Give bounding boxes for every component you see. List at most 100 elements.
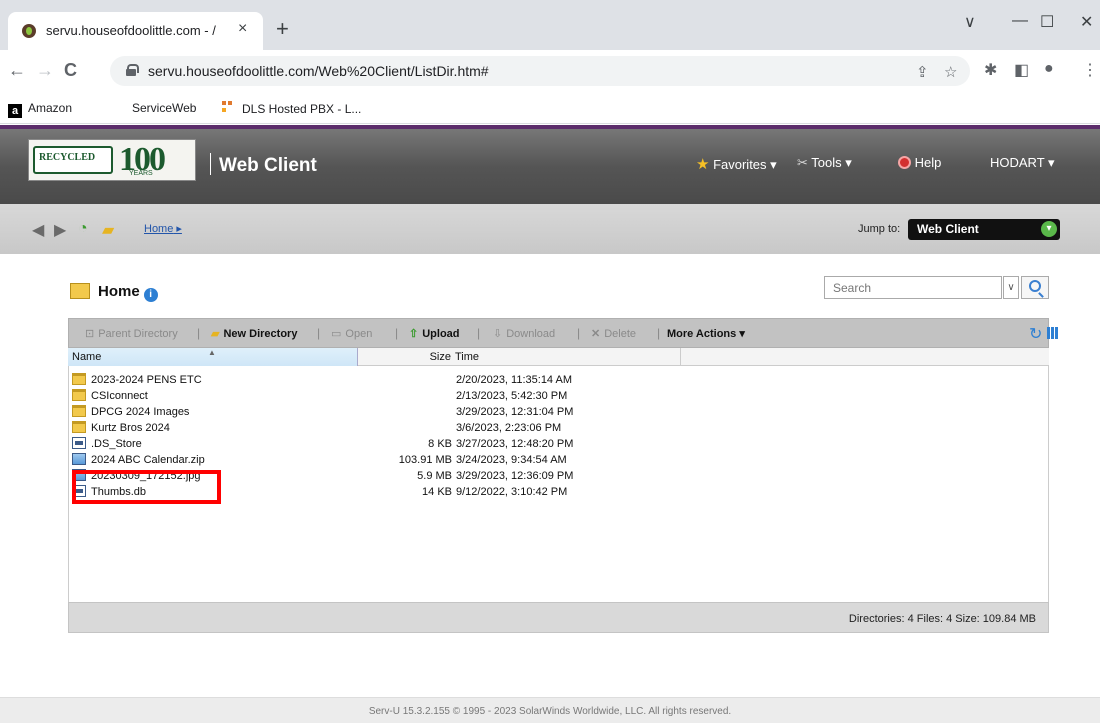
refresh-folder-icon[interactable]: ▰ bbox=[102, 220, 114, 240]
directory-title: Home i bbox=[70, 283, 158, 302]
file-row-kurtz-bros-2024[interactable]: Kurtz Bros 2024 3/6/2023, 2:23:06 PM bbox=[69, 420, 1048, 436]
url-omnibox[interactable]: servu.houseofdoolittle.com/Web%20Client/… bbox=[110, 56, 970, 86]
app-header: RECYCLED 100 YEARS Web Client ★ Favorite… bbox=[0, 129, 1100, 204]
time-column-header[interactable]: Time bbox=[455, 351, 479, 363]
file-icon bbox=[72, 437, 86, 449]
bookmark-star-icon[interactable]: ☆ bbox=[944, 63, 957, 81]
parent-folder-icon: ⊡ bbox=[85, 328, 95, 340]
bookmark-dls-hosted-pbx[interactable]: DLS Hosted PBX - L... bbox=[222, 101, 361, 116]
tools-icon: ✂ bbox=[797, 155, 808, 170]
side-panel-icon[interactable]: ◧ bbox=[1014, 60, 1029, 80]
star-icon: ★ bbox=[696, 156, 710, 173]
file-row-csiconnect[interactable]: CSIconnect 2/13/2023, 5:42:30 PM bbox=[69, 388, 1048, 404]
back-button[interactable]: ← bbox=[8, 60, 26, 81]
refresh-icon[interactable]: ↻ bbox=[1029, 324, 1042, 344]
tab-list-button[interactable]: ∨ bbox=[964, 12, 976, 32]
new-tab-button[interactable]: + bbox=[276, 18, 289, 40]
upload-icon: ⇧ bbox=[409, 328, 419, 340]
lock-icon bbox=[126, 64, 139, 76]
copyright-text: Serv-U 15.3.2.155 © 1995 - 2023 SolarWin… bbox=[368, 706, 732, 717]
profile-avatar-icon[interactable]: ● bbox=[1044, 60, 1054, 78]
browser-tab-bar: servu.houseofdoolittle.com - / × + ∨ — ☐… bbox=[0, 0, 1100, 50]
logo-years-text: YEARS bbox=[129, 170, 153, 177]
forward-arrow-icon[interactable]: ▶ bbox=[54, 220, 66, 240]
bookmark-amazon[interactable]: a Amazon bbox=[8, 101, 72, 118]
close-window-button[interactable]: ✕ bbox=[1080, 12, 1093, 32]
file-row-thumbs-db[interactable]: Thumbs.db 14 KB 9/12/2022, 3:10:42 PM bbox=[69, 484, 1048, 500]
search-field[interactable] bbox=[824, 276, 1002, 299]
jump-to-label: Jump to: bbox=[858, 223, 901, 235]
file-row-ds-store[interactable]: .DS_Store 8 KB 3/27/2023, 12:48:20 PM bbox=[69, 436, 1048, 452]
forward-button[interactable]: → bbox=[36, 60, 54, 81]
share-icon[interactable]: ⇪ bbox=[916, 63, 929, 81]
tab-close-button[interactable]: × bbox=[238, 20, 247, 38]
minimize-button[interactable]: — bbox=[1012, 12, 1028, 30]
file-row-2023-2024-pens-etc[interactable]: 2023-2024 PENS ETC 2/20/2023, 11:35:14 A… bbox=[69, 372, 1048, 388]
amazon-icon: a bbox=[8, 104, 22, 118]
breadcrumb-bar: ◀ ▶ ◔ ▰ Home ▸ Jump to: Web Client ▾ bbox=[0, 204, 1100, 254]
parent-directory-button[interactable]: ⊡ Parent Directory bbox=[85, 327, 178, 340]
status-bar: Directories: 4 Files: 4 Size: 109.84 MB bbox=[68, 602, 1049, 633]
new-directory-button[interactable]: ▰ New Directory bbox=[211, 327, 297, 340]
file-icon bbox=[72, 485, 86, 497]
page-footer: Serv-U 15.3.2.155 © 1995 - 2023 SolarWin… bbox=[0, 697, 1100, 723]
maximize-button[interactable]: ☐ bbox=[1040, 12, 1054, 32]
history-icon[interactable]: ◔ bbox=[78, 220, 88, 238]
download-icon: ⇩ bbox=[493, 328, 503, 340]
bookmarks-bar: a Amazon ServiceWeb DLS Hosted PBX - L... bbox=[0, 94, 1100, 124]
open-button[interactable]: ▭ Open bbox=[331, 327, 372, 340]
file-toolbar: ⊡ Parent Directory | ▰ New Directory | ▭ Op… bbox=[68, 318, 1059, 348]
folder-icon bbox=[70, 283, 90, 299]
file-list: 2023-2024 PENS ETC 2/20/2023, 11:35:14 A… bbox=[68, 366, 1049, 602]
app-title: Web Client bbox=[210, 153, 317, 177]
dls-icon bbox=[222, 101, 236, 115]
view-grid-icon[interactable] bbox=[1047, 327, 1059, 339]
help-lifebuoy-icon bbox=[898, 156, 911, 169]
folder-icon bbox=[72, 421, 86, 433]
more-actions-menu[interactable]: More Actions ▾ bbox=[667, 327, 745, 340]
browser-tab[interactable]: servu.houseofdoolittle.com - / × bbox=[8, 12, 263, 50]
house-of-doolittle-logo[interactable]: RECYCLED 100 YEARS bbox=[28, 139, 196, 181]
tab-title: servu.houseofdoolittle.com - / bbox=[46, 23, 216, 38]
file-row-2024-abc-calendar[interactable]: 2024 ABC Calendar.zip 103.91 MB 3/24/202… bbox=[69, 452, 1048, 468]
favorites-menu[interactable]: ★ Favorites ▾ bbox=[696, 155, 777, 173]
help-menu[interactable]: Help bbox=[898, 155, 941, 170]
file-row-dpcg-2024-images[interactable]: DPCG 2024 Images 3/29/2023, 12:31:04 PM bbox=[69, 404, 1048, 420]
chevron-down-icon[interactable]: ▾ bbox=[1041, 221, 1057, 237]
reload-button[interactable]: C bbox=[64, 60, 77, 81]
bookmark-serviceweb[interactable]: ServiceWeb bbox=[132, 101, 196, 115]
address-bar-row: ← → C servu.houseofdoolittle.com/Web%20C… bbox=[0, 50, 1100, 94]
directory-summary: Directories: 4 Files: 4 Size: 109.84 MB bbox=[848, 613, 1036, 625]
folder-icon bbox=[72, 373, 86, 385]
image-file-icon bbox=[72, 469, 86, 481]
name-column-header[interactable]: Name ▲ bbox=[68, 348, 358, 366]
info-icon[interactable]: i bbox=[143, 288, 158, 302]
folder-icon bbox=[72, 389, 86, 401]
site-favicon-icon bbox=[22, 24, 36, 38]
breadcrumb-home[interactable]: Home ▸ bbox=[144, 222, 182, 235]
new-folder-icon: ▰ bbox=[211, 328, 220, 340]
search-input[interactable] bbox=[825, 277, 1001, 298]
search-button[interactable] bbox=[1021, 276, 1049, 299]
download-button[interactable]: ⇩ Download bbox=[493, 327, 555, 340]
file-row-20230309-172152-jpg[interactable]: 20230309_172152.jpg 5.9 MB 3/29/2023, 12… bbox=[69, 468, 1048, 484]
zip-file-icon bbox=[72, 453, 86, 465]
size-column-header[interactable]: Size bbox=[358, 351, 451, 363]
open-folder-icon: ▭ bbox=[331, 328, 342, 340]
delete-x-icon: ✕ bbox=[591, 328, 601, 340]
extensions-puzzle-icon[interactable]: ✱ bbox=[984, 60, 997, 80]
delete-button[interactable]: ✕ Delete bbox=[591, 327, 636, 340]
user-menu[interactable]: HODART ▾ bbox=[990, 155, 1055, 171]
search-options-dropdown[interactable]: ∨ bbox=[1003, 276, 1019, 299]
search-icon bbox=[1029, 280, 1041, 292]
folder-icon bbox=[72, 405, 86, 417]
logo-recycled-text: RECYCLED bbox=[39, 152, 96, 163]
back-arrow-icon[interactable]: ◀ bbox=[32, 220, 44, 240]
browser-menu-icon[interactable]: ⋮ bbox=[1082, 60, 1098, 80]
url-text[interactable]: servu.houseofdoolittle.com/Web%20Client/… bbox=[148, 63, 489, 79]
tools-menu[interactable]: ✂ Tools ▾ bbox=[797, 155, 852, 171]
upload-button[interactable]: ⇧ Upload bbox=[409, 327, 460, 340]
sort-arrow-icon: ▲ bbox=[208, 348, 216, 357]
jump-to-select[interactable]: Web Client ▾ bbox=[908, 219, 1060, 240]
file-list-header: Name ▲ Size Time bbox=[68, 348, 1049, 366]
